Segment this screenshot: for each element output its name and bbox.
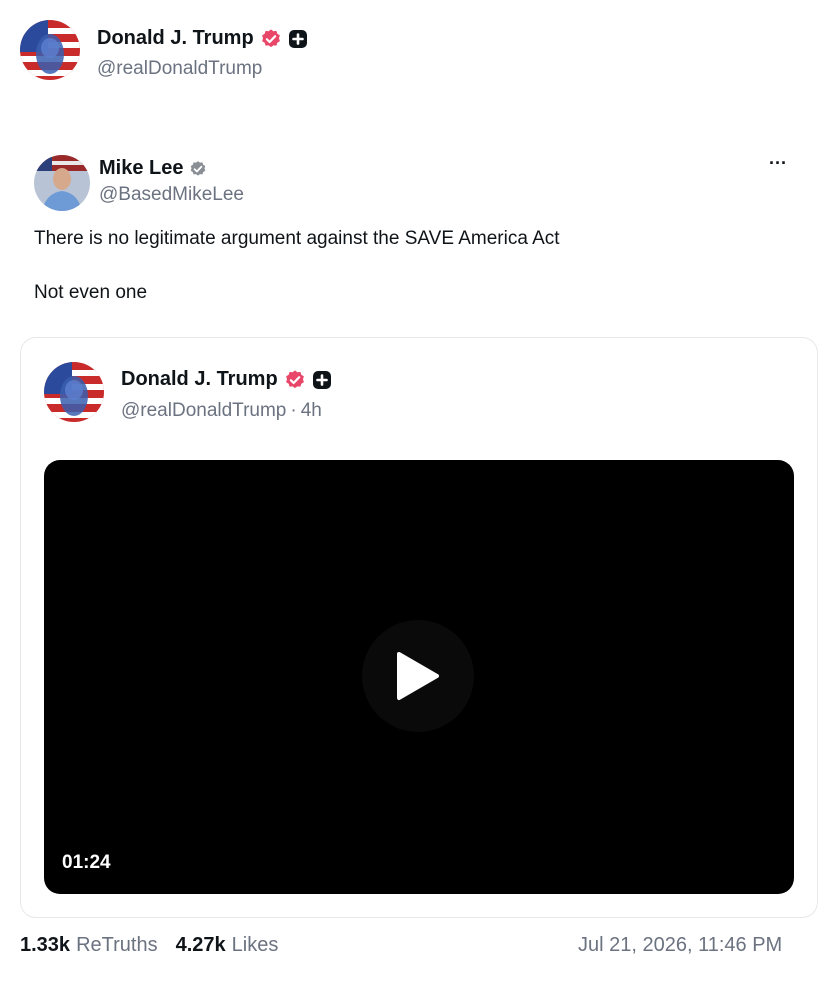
verified-badge-icon [284,369,306,391]
retruths-count: 1.33k [20,934,71,956]
video-duration: 01:24 [62,852,111,873]
header-author-handle[interactable]: @realDonaldTrump [97,58,262,80]
post-text-line: There is no legitimate argument against … [34,228,560,249]
header-author-name[interactable]: Donald J. Trump [97,27,308,50]
post-stats: 1.33k ReTruths 4.27k Likes [20,934,278,957]
post-timestamp[interactable]: Jul 21, 2026, 11:46 PM [578,934,782,957]
plus-square-icon [312,370,332,390]
quoted-author-name-row[interactable]: Donald J. Trump [121,368,332,391]
retruths-stat[interactable]: 1.33k ReTruths [20,934,158,957]
post-text-line: Not even one [34,282,148,303]
play-button[interactable] [362,620,474,732]
author-name[interactable]: Donald J. Trump [97,27,254,50]
quoted-author-handle[interactable]: @realDonaldTrump [121,400,286,422]
likes-stat[interactable]: 4.27k Likes [176,934,279,957]
author-name[interactable]: Donald J. Trump [121,368,278,391]
post-author-handle[interactable]: @BasedMikeLee [99,184,244,206]
verified-badge-icon [189,160,207,178]
verified-badge-icon [260,28,282,50]
author-name[interactable]: Mike Lee [99,157,183,180]
retruths-label: ReTruths [76,934,158,956]
likes-count: 4.27k [175,934,226,956]
more-icon[interactable]: ··· [762,152,794,180]
plus-square-icon [288,29,308,49]
likes-label: Likes [231,934,279,956]
meta-separator: · [290,400,297,421]
quoted-author-avatar[interactable] [44,362,104,422]
play-icon [397,652,439,700]
post-author-avatar[interactable] [34,155,90,211]
quoted-author-meta: @realDonaldTrump · 4h [121,400,322,422]
post-author-name-row[interactable]: Mike Lee [99,157,207,180]
header-avatar[interactable] [20,20,80,80]
post-age[interactable]: 4h [301,400,322,422]
